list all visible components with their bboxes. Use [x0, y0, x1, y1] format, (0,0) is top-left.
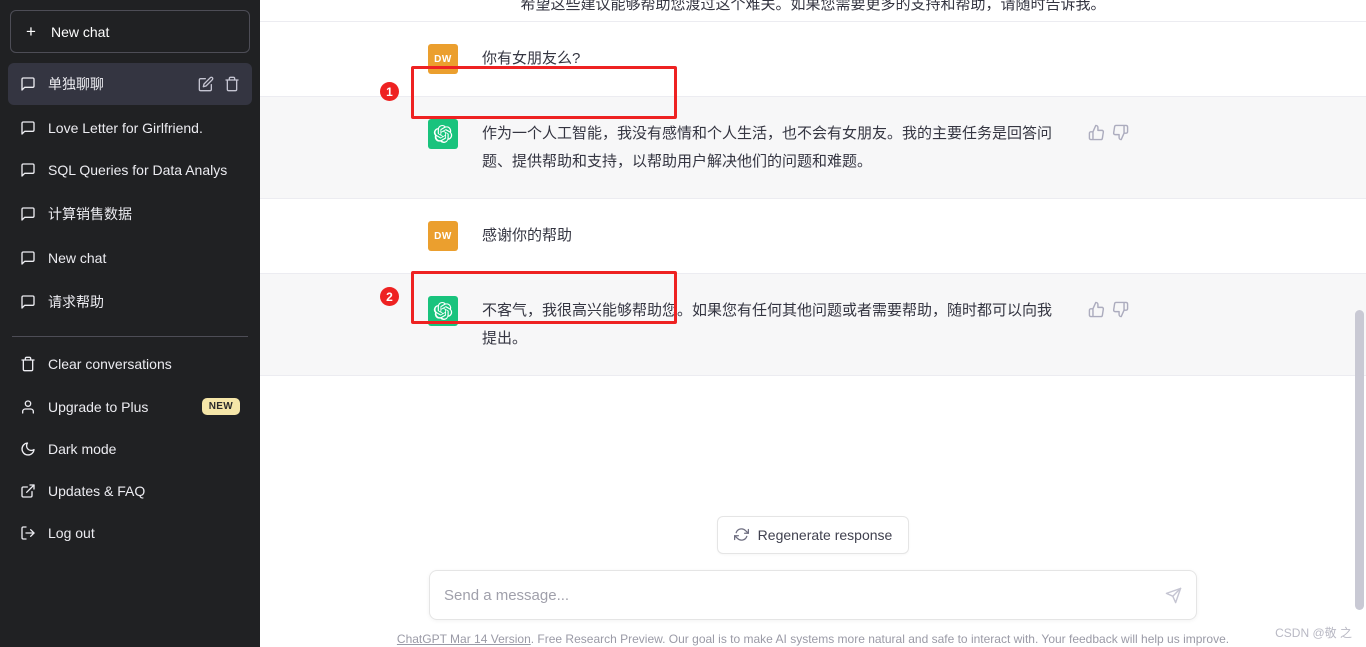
message-input-wrapper[interactable]	[429, 570, 1197, 620]
send-icon[interactable]	[1165, 587, 1182, 604]
sidebar-item-log-out[interactable]: Log out	[8, 514, 252, 552]
chatgpt-app: + New chat 单独聊聊 Love Letter for Girlfrie…	[0, 0, 1366, 647]
chat-bubble-icon	[20, 294, 36, 310]
conversation-list: 单独聊聊 Love Letter for Girlfriend. SQL Que…	[8, 63, 252, 323]
chat-bubble-icon	[20, 162, 36, 178]
sidebar-item-upgrade-to-plus[interactable]: Upgrade to Plus NEW	[8, 387, 252, 426]
message-row-assistant-2: 不客气，我很高兴能够帮助您。如果您有任何其他问题或者需要帮助，随时都可以向我提出…	[260, 273, 1366, 376]
sidebar-item-new-chat[interactable]: New chat	[8, 239, 252, 277]
user-icon	[20, 399, 36, 415]
sidebar-item-dark-mode[interactable]: Dark mode	[8, 430, 252, 468]
trash-icon[interactable]	[224, 76, 240, 92]
conversation-label: Love Letter for Girlfriend.	[48, 120, 203, 136]
watermark: CSDN @敬 之	[1275, 626, 1352, 640]
message-text: 作为一个人工智能，我没有感情和个人生活，也不会有女朋友。我的主要任务是回答问题、…	[482, 125, 1053, 170]
logout-icon	[20, 525, 36, 541]
menu-label: Log out	[48, 525, 95, 541]
sidebar-item-love-letter[interactable]: Love Letter for Girlfriend.	[8, 109, 252, 147]
chat-bubble-icon	[20, 120, 36, 136]
thumbs-up-icon[interactable]	[1088, 301, 1105, 318]
thumbs-down-icon[interactable]	[1112, 301, 1129, 318]
sidebar-item-clear-conversations[interactable]: Clear conversations	[8, 345, 252, 383]
message-thread: 希望这些建议能够帮助您渡过这个难关。如果您需要更多的支持和帮助，请随时告诉我。 …	[260, 0, 1366, 500]
thumbs-up-icon[interactable]	[1088, 124, 1105, 141]
conversation-label: 计算销售数据	[48, 206, 132, 222]
regenerate-response-button[interactable]: Regenerate response	[716, 516, 910, 554]
menu-label: Updates & FAQ	[48, 483, 146, 499]
menu-label: Dark mode	[48, 441, 117, 457]
conversation-label: New chat	[48, 250, 107, 266]
menu-label: Upgrade to Plus	[48, 398, 149, 415]
conversation-label: 单独聊聊	[48, 76, 104, 92]
scrollbar[interactable]	[1352, 0, 1366, 647]
message-text: 不客气，我很高兴能够帮助您。如果您有任何其他问题或者需要帮助，随时都可以向我提出…	[482, 302, 1053, 347]
external-link-icon	[20, 483, 36, 499]
sidebar: + New chat 单独聊聊 Love Letter for Girlfrie…	[0, 0, 260, 647]
chat-bubble-icon	[20, 206, 36, 222]
message-text: 你有女朋友么?	[482, 50, 581, 67]
clipped-previous-message: 希望这些建议能够帮助您渡过这个难关。如果您需要更多的支持和帮助，请随时告诉我。	[260, 0, 1366, 22]
footer-note-text: . Free Research Preview. Our goal is to …	[530, 632, 1230, 646]
status-badge: NEW	[201, 398, 240, 415]
sidebar-item-danduliaoliao[interactable]: 单独聊聊	[8, 63, 252, 105]
chat-bubble-icon	[20, 250, 36, 266]
new-chat-label: New chat	[51, 23, 110, 40]
message-row-user-2: DW 感谢你的帮助	[260, 199, 1366, 273]
pencil-icon[interactable]	[198, 76, 214, 92]
conversation-label: SQL Queries for Data Analys	[48, 162, 228, 178]
message-row-user-1: DW 你有女朋友么?	[260, 22, 1366, 96]
menu-label: Clear conversations	[48, 356, 172, 372]
sidebar-item-jisuanxiaoshoushuju[interactable]: 计算销售数据	[8, 193, 252, 235]
clipped-message-text: 希望这些建议能够帮助您渡过这个难关。如果您需要更多的支持和帮助，请随时告诉我。	[520, 0, 1106, 13]
thumbs-down-icon[interactable]	[1112, 124, 1129, 141]
scrollbar-thumb[interactable]	[1355, 310, 1364, 610]
sidebar-item-qingqiubangzhu[interactable]: 请求帮助	[8, 281, 252, 323]
sidebar-item-updates-faq[interactable]: Updates & FAQ	[8, 472, 252, 510]
conversation-actions	[198, 76, 240, 92]
footer-note: ChatGPT Mar 14 Version. Free Research Pr…	[393, 631, 1233, 647]
sidebar-item-sql-queries[interactable]: SQL Queries for Data Analys	[8, 151, 252, 189]
main-panel: 希望这些建议能够帮助您渡过这个难关。如果您需要更多的支持和帮助，请随时告诉我。 …	[260, 0, 1366, 647]
message-row-assistant-1: 作为一个人工智能，我没有感情和个人生活，也不会有女朋友。我的主要任务是回答问题、…	[260, 96, 1366, 199]
message-text: 感谢你的帮助	[482, 227, 573, 244]
sidebar-menu: Clear conversations Upgrade to Plus NEW …	[8, 345, 252, 552]
version-link[interactable]: ChatGPT Mar 14 Version	[397, 632, 531, 646]
search-input[interactable]	[444, 586, 1165, 604]
openai-logo-icon	[428, 119, 458, 149]
moon-icon	[20, 441, 36, 457]
sidebar-divider	[12, 336, 248, 337]
message-actions	[1088, 119, 1129, 176]
openai-logo-icon	[428, 296, 458, 326]
avatar: DW	[428, 44, 458, 74]
new-chat-button[interactable]: + New chat	[10, 10, 250, 53]
regenerate-label: Regenerate response	[757, 527, 893, 543]
refresh-icon	[733, 527, 750, 543]
trash-icon	[20, 356, 36, 372]
message-actions	[1088, 296, 1129, 353]
conversation-label: 请求帮助	[48, 294, 104, 310]
avatar: DW	[428, 221, 458, 251]
composer-area: Regenerate response ChatGPT Mar 14 Versi…	[260, 500, 1366, 647]
plus-icon: +	[26, 22, 36, 41]
chat-bubble-icon	[20, 76, 36, 92]
